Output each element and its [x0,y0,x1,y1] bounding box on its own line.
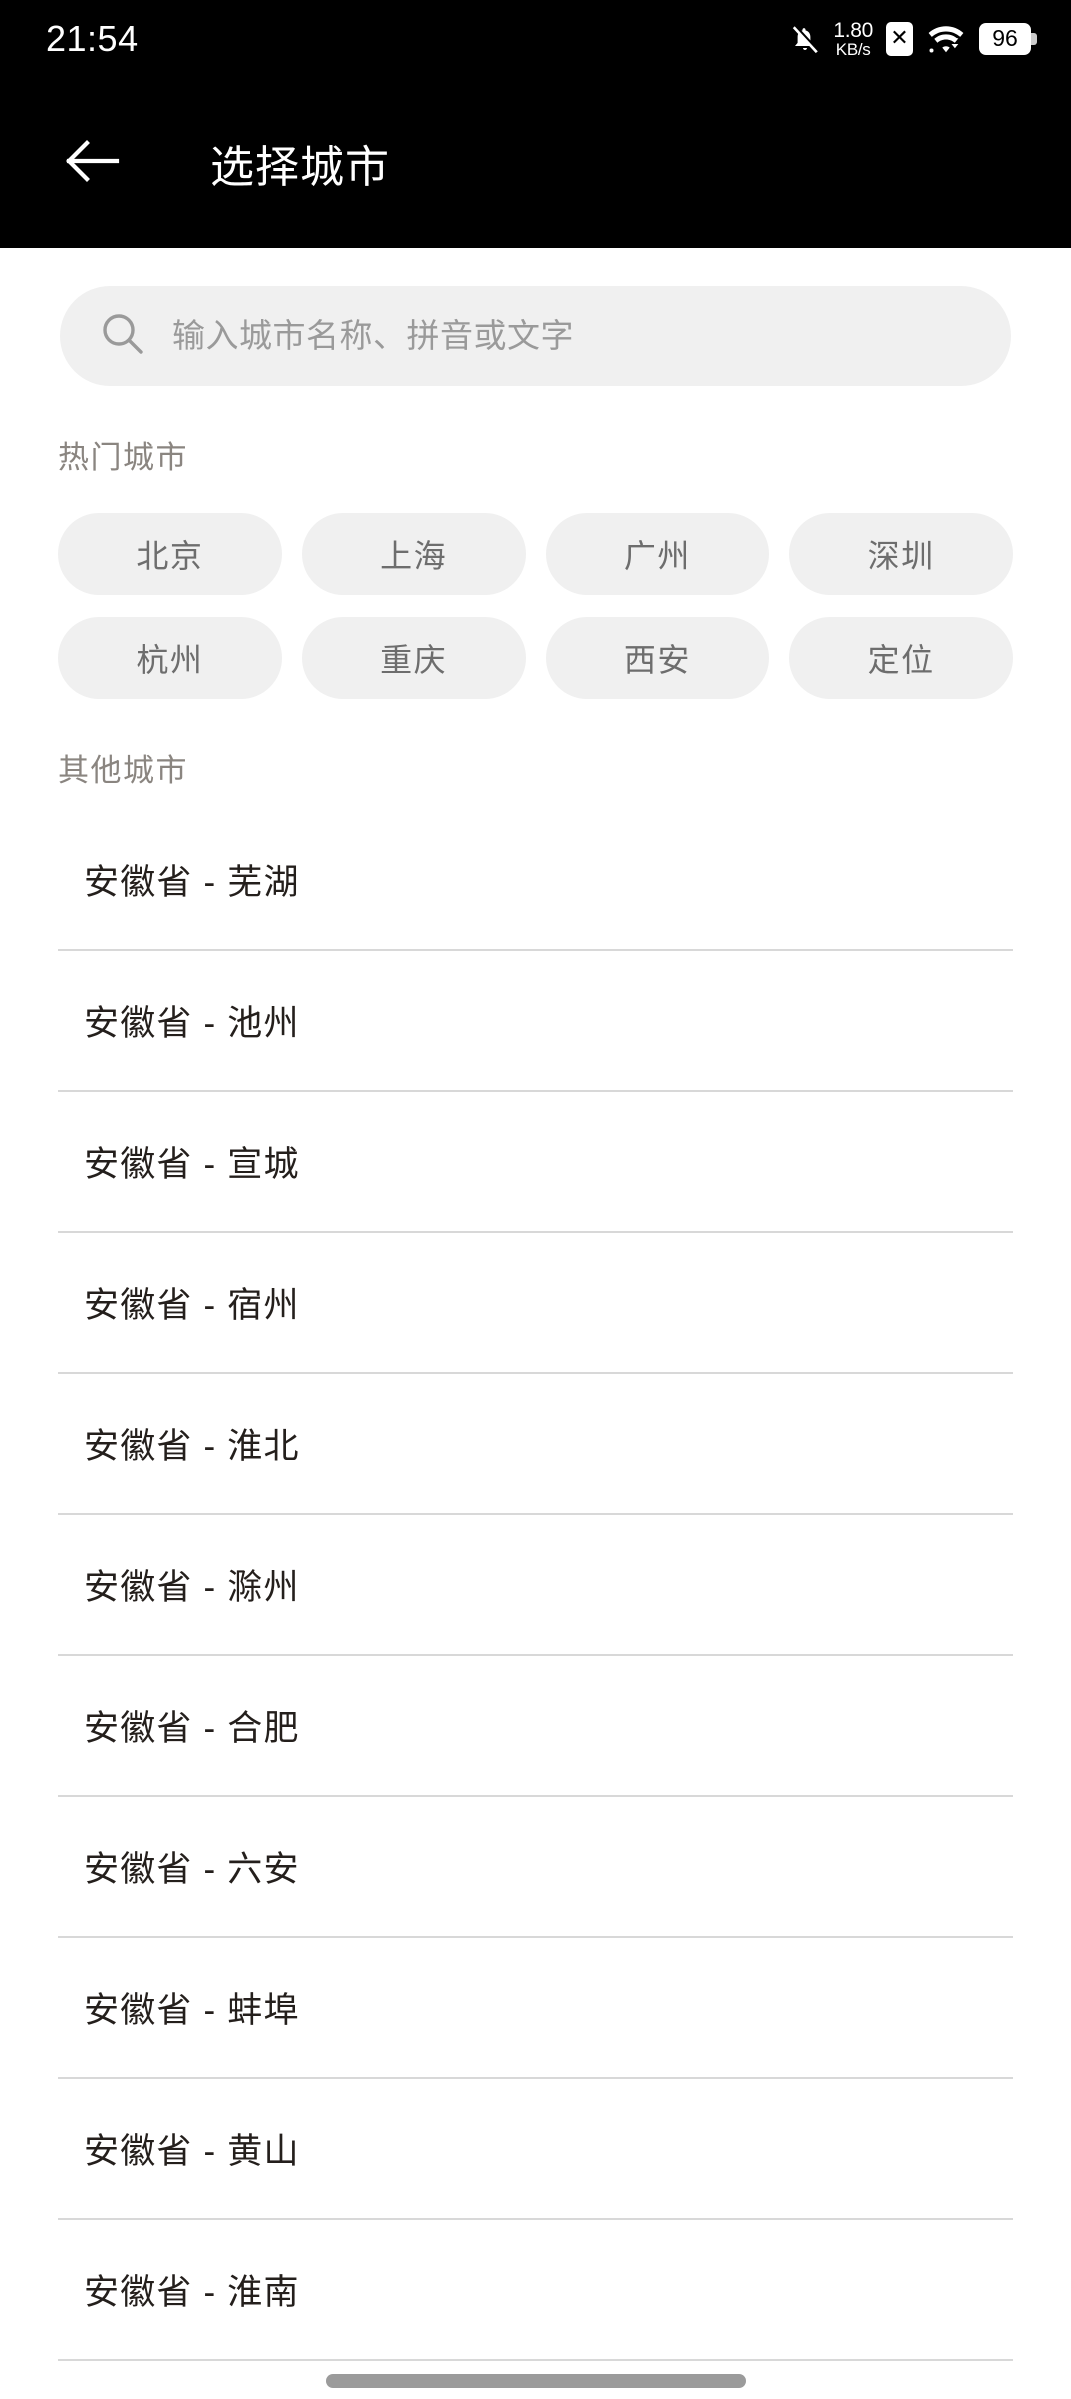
search-icon [100,311,146,362]
city-list-item-label: 安徽省 - 合肥 [84,1709,300,1748]
network-speed-indicator: 1.80 KB/s [833,18,873,60]
hot-city-chip[interactable]: 西安 [545,617,770,699]
back-arrow-icon [65,139,121,187]
search-input[interactable] [172,317,971,355]
hot-cities-title: 热门城市 [58,440,188,475]
hot-city-chip[interactable]: 上海 [301,513,526,595]
hot-city-chip[interactable]: 深圳 [789,513,1013,595]
back-button[interactable] [56,126,130,200]
city-list-item-label: 安徽省 - 黄山 [84,2132,300,2171]
sim-x-glyph: ✕ [890,25,909,51]
city-list-item[interactable]: 安徽省 - 芜湖 [58,810,1013,951]
hot-city-chip[interactable]: 杭州 [58,617,282,699]
city-list-item[interactable]: 安徽省 - 淮南 [58,2220,1013,2361]
city-list-item-label: 安徽省 - 淮北 [84,1427,300,1466]
network-speed-unit: KB/s [835,40,871,60]
wifi-icon [926,22,966,56]
city-list-item[interactable]: 安徽省 - 淮北 [58,1374,1013,1515]
city-list-item[interactable]: 安徽省 - 合肥 [58,1656,1013,1797]
home-gesture-handle[interactable] [325,2374,746,2388]
city-list-item-label: 安徽省 - 宿州 [84,1286,300,1325]
search-box[interactable] [60,286,1011,386]
network-speed-value: 1.80 [833,18,873,42]
phone-screen: 21:54 1.80 KB/s ✕ 96 选择城市 输入城市名称、拼音或文字 热… [0,0,1071,2399]
search-section [0,248,1071,386]
other-cities-title: 其他城市 [58,753,188,788]
status-bar: 21:54 1.80 KB/s ✕ 96 [0,0,1071,78]
city-list-item-label: 安徽省 - 池州 [84,1004,300,1043]
page-title: 选择城市 [210,143,390,192]
city-list-item[interactable]: 安徽省 - 六安 [58,1797,1013,1938]
city-list-item[interactable]: 安徽省 - 黄山 [58,2079,1013,2220]
city-list-item-label: 安徽省 - 滁州 [84,1568,300,1607]
status-icons: 1.80 KB/s ✕ 96 [790,18,1037,60]
hot-city-chip[interactable]: 北京 [58,513,282,595]
bell-mute-icon [790,23,820,55]
city-list-item[interactable]: 安徽省 - 滁州 [58,1515,1013,1656]
city-list-item[interactable]: 安徽省 - 宣城 [58,1092,1013,1233]
city-list-item-label: 安徽省 - 淮南 [84,2273,300,2312]
page-content: 热门城市 北京 上海 广州 深圳 杭州 重庆 西安 定位 其他城市 安徽省 - … [0,248,1071,2361]
city-list-item[interactable]: 安徽省 - 池州 [58,951,1013,1092]
city-list-item-label: 安徽省 - 宣城 [84,1145,300,1184]
city-list-item[interactable]: 安徽省 - 宿州 [58,1233,1013,1374]
status-clock: 21:54 [46,18,139,59]
battery-level: 96 [992,25,1018,52]
sim-card-disabled-icon: ✕ [886,21,913,56]
hot-city-chip[interactable]: 重庆 [301,617,526,699]
hot-cities-grid: 北京 上海 广州 深圳 杭州 重庆 西安 定位 [0,477,1071,699]
app-bar: 选择城市 [0,78,1071,248]
city-list-item-label: 安徽省 - 芜湖 [84,863,300,902]
gesture-nav-bar [0,2363,1071,2399]
locate-chip[interactable]: 定位 [789,617,1013,699]
city-list-item[interactable]: 安徽省 - 蚌埠 [58,1938,1013,2079]
city-list-item-label: 安徽省 - 蚌埠 [84,1991,300,2030]
other-cities-list: 安徽省 - 芜湖 安徽省 - 池州 安徽省 - 宣城 安徽省 - 宿州 安徽省 … [0,810,1071,2361]
battery-icon: 96 [979,22,1037,55]
city-list-item-label: 安徽省 - 六安 [84,1850,300,1889]
hot-city-chip[interactable]: 广州 [545,513,770,595]
